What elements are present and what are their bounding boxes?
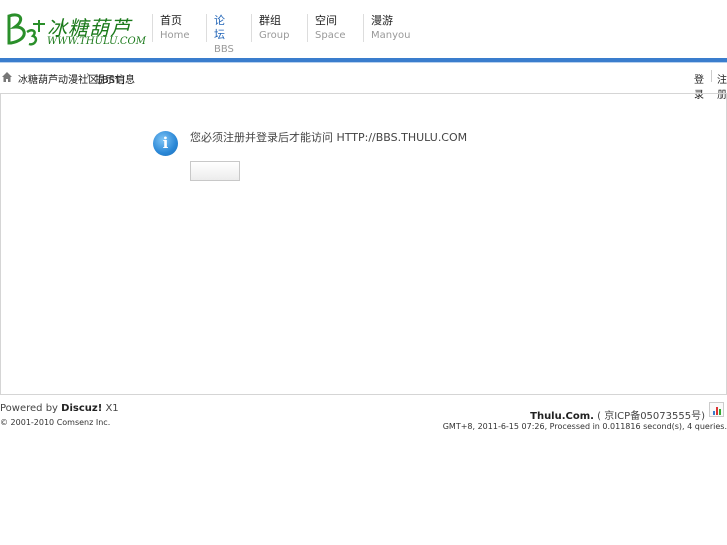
link-divider bbox=[711, 70, 712, 82]
logo-mark-icon bbox=[7, 13, 45, 46]
message-text: 您必须注册并登录后才能访问 HTTP://BBS.THULU.COM bbox=[190, 131, 468, 144]
nav-item-manyou[interactable]: 漫游 Manyou bbox=[363, 14, 410, 42]
nav-item-home[interactable]: 首页 Home bbox=[152, 14, 190, 42]
nav-label-en: Space bbox=[315, 30, 346, 41]
nav-label-en: Group bbox=[259, 30, 290, 41]
powered-version: X1 bbox=[105, 403, 119, 414]
site-name-link[interactable]: Thulu.Com. bbox=[530, 411, 594, 422]
nav-item-bbs[interactable]: 论坛 BBS bbox=[206, 14, 234, 55]
nav-item-space[interactable]: 空间 Space bbox=[307, 14, 345, 42]
stats-icon[interactable] bbox=[709, 402, 724, 417]
home-icon[interactable] bbox=[1, 71, 13, 83]
nav-label-en: Manyou bbox=[371, 30, 411, 41]
copyright: © 2001-2010 Comsenz Inc. bbox=[0, 418, 111, 427]
site-info: Thulu.Com. ( 京ICP备05073555号) bbox=[530, 407, 705, 422]
nav-label-cn: 漫游 bbox=[371, 14, 393, 27]
icp-link[interactable]: ( 京ICP备05073555号) bbox=[597, 411, 705, 422]
powered-by: Powered by Discuz! X1 bbox=[0, 403, 119, 414]
site-logo[interactable]: 冰糖葫芦 WWW.THULU.COM bbox=[3, 10, 146, 52]
message-action-button[interactable] bbox=[190, 161, 240, 181]
nav-label-cn: 空间 bbox=[315, 14, 337, 27]
nav-item-group[interactable]: 群组 Group bbox=[251, 14, 289, 42]
message-panel: i 您必须注册并登录后才能访问 HTTP://BBS.THULU.COM bbox=[0, 93, 727, 395]
header: 冰糖葫芦 WWW.THULU.COM 首页 Home 论坛 BBS 群组 Gro… bbox=[0, 0, 727, 58]
nav-label-en: BBS bbox=[214, 44, 234, 55]
powered-brand-link[interactable]: Discuz! bbox=[61, 403, 102, 414]
process-info: GMT+8, 2011-6-15 07:26, Processed in 0.0… bbox=[442, 422, 727, 431]
nav-label-en: Home bbox=[160, 30, 190, 41]
breadcrumb-current: 提示信息 bbox=[95, 75, 135, 86]
nav-label-cn: 论坛 bbox=[214, 14, 225, 41]
logo-url: WWW.THULU.COM bbox=[47, 36, 146, 47]
powered-prefix: Powered by bbox=[0, 403, 58, 414]
nav-label-cn: 群组 bbox=[259, 14, 281, 27]
nav-label-cn: 首页 bbox=[160, 14, 182, 27]
header-divider-line bbox=[0, 62, 727, 63]
breadcrumb-separator: › bbox=[86, 70, 90, 81]
info-icon: i bbox=[153, 131, 178, 156]
